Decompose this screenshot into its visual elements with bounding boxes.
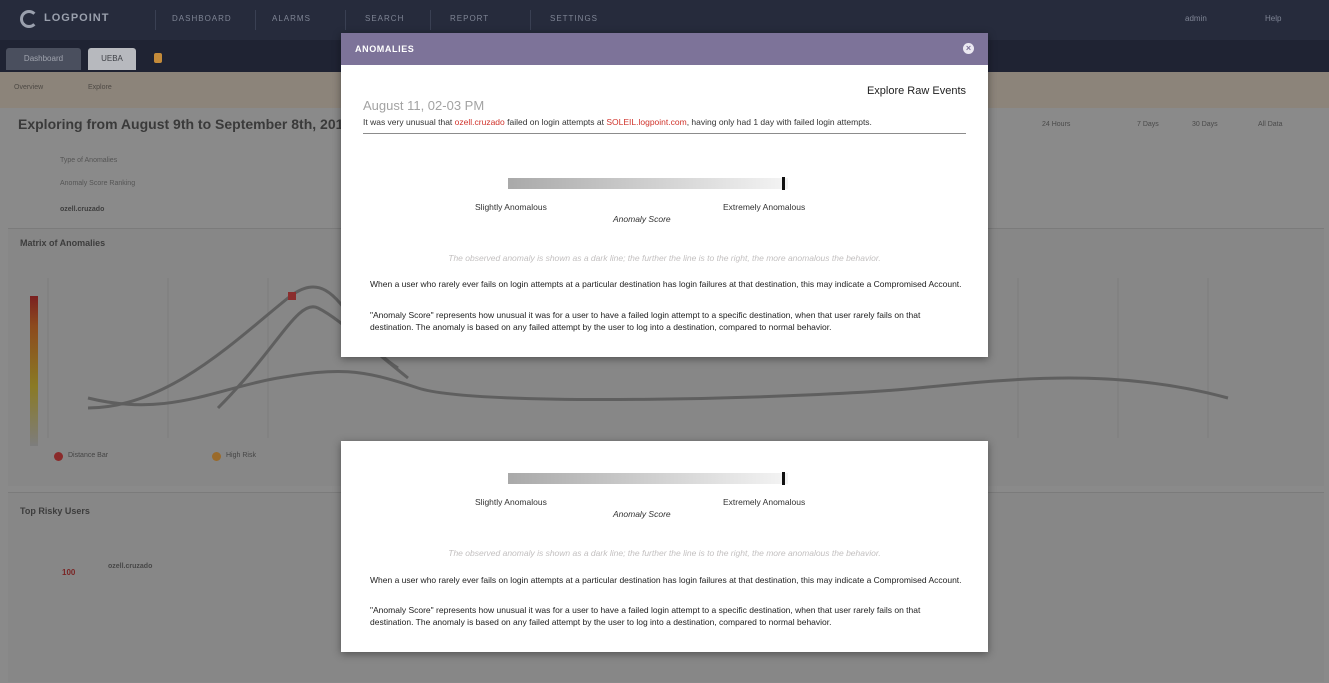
gauge-marker: [782, 472, 786, 485]
description-paragraph-1: When a user who rarely ever fails on log…: [370, 575, 962, 585]
nav-item-report[interactable]: REPORT: [450, 14, 489, 26]
gauge-label-extreme: Extremely Anomalous: [723, 497, 806, 507]
legend-label-risk: High Risk: [226, 452, 256, 459]
summary-mid: failed on login attempts at: [504, 117, 607, 127]
gauge-caption: Anomaly Score: [613, 214, 671, 224]
filter-ranking[interactable]: Anomaly Score Ranking: [60, 180, 135, 187]
logo-text: LOGPOINT: [44, 12, 110, 24]
nav-separator: [530, 10, 531, 30]
page-title: Exploring from August 9th to September 8…: [18, 116, 352, 132]
anomaly-date: August 11, 02-03 PM: [363, 98, 485, 113]
gauge-hint: The observed anomaly is shown as a dark …: [448, 548, 881, 558]
summary-prefix: It was very unusual that: [363, 117, 455, 127]
gauge-hint: The observed anomaly is shown as a dark …: [448, 253, 881, 263]
gauge-label-slight: Slightly Anomalous: [475, 497, 547, 507]
range-24h[interactable]: 24 Hours: [1042, 121, 1070, 128]
summary-host-link[interactable]: SOLEIL.logpoint.com: [606, 117, 686, 127]
modal-title: ANOMALIES: [355, 44, 415, 54]
description-paragraph-1: When a user who rarely ever fails on log…: [370, 279, 962, 289]
range-7d[interactable]: 7 Days: [1137, 121, 1159, 128]
nav-item-search[interactable]: SEARCH: [365, 14, 404, 26]
logo: LOGPOINT: [20, 10, 115, 28]
nav-separator: [430, 10, 431, 30]
anomaly-score-gauge: [508, 472, 788, 485]
summary-suffix: , having only had 1 day with failed logi…: [686, 117, 872, 127]
matrix-title: Matrix of Anomalies: [20, 238, 106, 248]
gauge-marker: [782, 177, 786, 190]
modal-header: ANOMALIES ×: [341, 33, 988, 65]
gauge-label-slight: Slightly Anomalous: [475, 202, 547, 212]
nav-item-settings[interactable]: SETTINGS: [550, 14, 598, 26]
nav-separator: [155, 10, 156, 30]
gauge-caption: Anomaly Score: [613, 509, 671, 519]
description-paragraph-2: "Anomaly Score" represents how unusual i…: [370, 605, 921, 627]
sub-item-overview[interactable]: Overview: [14, 84, 43, 91]
tab-ueba[interactable]: UEBA: [88, 48, 136, 70]
filter-user[interactable]: ozell.cruzado: [60, 206, 104, 213]
risky-users-title: Top Risky Users: [20, 506, 90, 516]
nav-item-dashboard[interactable]: DASHBOARD: [172, 14, 232, 26]
lock-icon: [154, 53, 162, 63]
sub-item-explore[interactable]: Explore: [88, 84, 112, 91]
legend-dot-red: [54, 452, 63, 461]
anomaly-summary: It was very unusual that ozell.cruzado f…: [363, 117, 872, 127]
close-icon[interactable]: ×: [963, 43, 974, 54]
logo-icon: [20, 10, 38, 28]
nav-separator: [345, 10, 346, 30]
help-menu[interactable]: Help: [1265, 14, 1281, 26]
risk-user[interactable]: ozell.cruzado: [108, 563, 152, 570]
explore-raw-events-link[interactable]: Explore Raw Events: [867, 85, 966, 97]
range-30d[interactable]: 30 Days: [1192, 121, 1218, 128]
gauge-label-extreme: Extremely Anomalous: [723, 202, 806, 212]
anomaly-score-gauge: [508, 177, 788, 190]
filter-type[interactable]: Type of Anomalies: [60, 157, 117, 164]
user-menu[interactable]: admin: [1185, 14, 1207, 26]
nav-separator: [255, 10, 256, 30]
anomalies-modal-duplicate: Slightly Anomalous Extremely Anomalous A…: [341, 441, 988, 652]
tab-dashboard[interactable]: Dashboard: [6, 48, 81, 70]
summary-divider: [363, 133, 966, 134]
risk-score: 100: [62, 568, 76, 577]
summary-user-link[interactable]: ozell.cruzado: [455, 117, 505, 127]
anomalies-modal: ANOMALIES × Explore Raw Events August 11…: [341, 33, 988, 357]
nav-item-alarms[interactable]: ALARMS: [272, 14, 311, 26]
range-all[interactable]: All Data: [1258, 121, 1283, 128]
legend-dot-orange: [212, 452, 221, 461]
legend-label-distance: Distance Bar: [68, 452, 109, 459]
description-paragraph-2: "Anomaly Score" represents how unusual i…: [370, 310, 921, 332]
